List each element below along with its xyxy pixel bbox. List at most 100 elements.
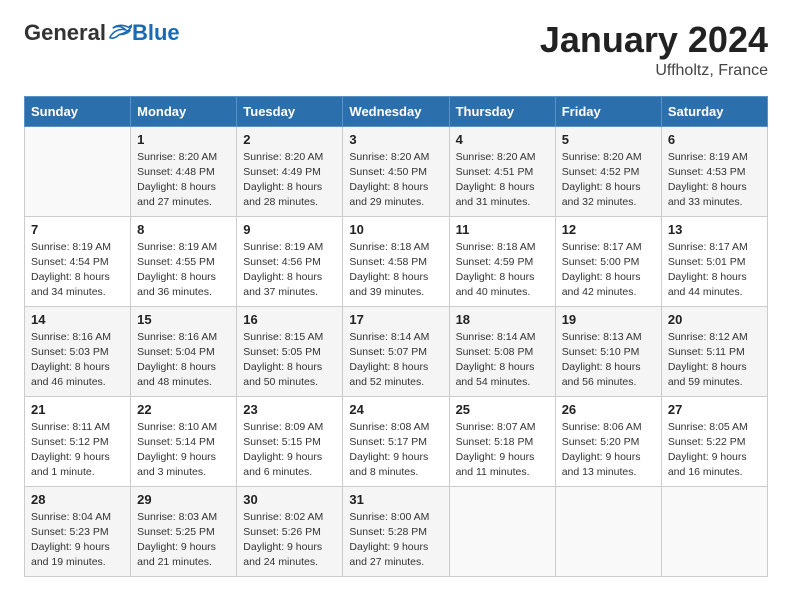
calendar-cell: 14 Sunrise: 8:16 AMSunset: 5:03 PMDayligh… — [25, 306, 131, 396]
day-number: 27 — [668, 402, 761, 417]
day-info: Sunrise: 8:00 AMSunset: 5:28 PMDaylight:… — [349, 510, 442, 571]
day-info: Sunrise: 8:08 AMSunset: 5:17 PMDaylight:… — [349, 420, 442, 481]
day-info: Sunrise: 8:14 AMSunset: 5:07 PMDaylight:… — [349, 330, 442, 391]
calendar-cell: 4Sunrise: 8:20 AMSunset: 4:51 PMDaylight… — [449, 126, 555, 216]
logo: General Blue — [24, 20, 180, 46]
calendar-cell: 8Sunrise: 8:19 AMSunset: 4:55 PMDaylight… — [131, 216, 237, 306]
day-number: 23 — [243, 402, 336, 417]
day-info: Sunrise: 8:18 AMSunset: 4:59 PMDaylight:… — [456, 240, 549, 301]
day-number: 20 — [668, 312, 761, 327]
day-info: Sunrise: 8:12 AMSunset: 5:11 PMDaylight:… — [668, 330, 761, 391]
day-number: 25 — [456, 402, 549, 417]
calendar-cell: 19 Sunrise: 8:13 AMSunset: 5:10 PMDayligh… — [555, 306, 661, 396]
calendar-cell: 21Sunrise: 8:11 AMSunset: 5:12 PMDayligh… — [25, 396, 131, 486]
day-info: Sunrise: 8:05 AMSunset: 5:22 PMDaylight:… — [668, 420, 761, 481]
calendar-cell: 13Sunrise: 8:17 AMSunset: 5:01 PMDayligh… — [661, 216, 767, 306]
calendar-week-row: 7 Sunrise: 8:19 AMSunset: 4:54 PMDaylight… — [25, 216, 768, 306]
logo-bird-icon — [108, 23, 132, 43]
weekday-header-thursday: Thursday — [449, 96, 555, 126]
day-info: Sunrise: 8:18 AMSunset: 4:58 PMDaylight:… — [349, 240, 442, 301]
calendar-cell: 27 Sunrise: 8:05 AMSunset: 5:22 PMDayligh… — [661, 396, 767, 486]
calendar-cell — [661, 486, 767, 576]
day-info: Sunrise: 8:02 AMSunset: 5:26 PMDaylight:… — [243, 510, 336, 571]
day-number: 16 — [243, 312, 336, 327]
calendar-week-row: 28Sunrise: 8:04 AMSunset: 5:23 PMDayligh… — [25, 486, 768, 576]
day-number: 12 — [562, 222, 655, 237]
weekday-header-saturday: Saturday — [661, 96, 767, 126]
page-header: General Blue January 2024 Uffholtz, Fran… — [24, 20, 768, 80]
day-number: 14 — [31, 312, 124, 327]
calendar-cell: 7 Sunrise: 8:19 AMSunset: 4:54 PMDaylight… — [25, 216, 131, 306]
day-number: 5 — [562, 132, 655, 147]
day-number: 18 — [456, 312, 549, 327]
weekday-header-friday: Friday — [555, 96, 661, 126]
calendar-table: SundayMondayTuesdayWednesdayThursdayFrid… — [24, 96, 768, 577]
day-number: 19 — [562, 312, 655, 327]
day-info: Sunrise: 8:20 AMSunset: 4:50 PMDaylight:… — [349, 150, 442, 211]
calendar-cell: 10 Sunrise: 8:18 AMSunset: 4:58 PMDayligh… — [343, 216, 449, 306]
calendar-cell: 26 Sunrise: 8:06 AMSunset: 5:20 PMDayligh… — [555, 396, 661, 486]
logo-general: General — [24, 20, 106, 46]
day-info: Sunrise: 8:03 AMSunset: 5:25 PMDaylight:… — [137, 510, 230, 571]
calendar-cell — [25, 126, 131, 216]
day-number: 3 — [349, 132, 442, 147]
day-number: 24 — [349, 402, 442, 417]
day-number: 13 — [668, 222, 761, 237]
day-info: Sunrise: 8:19 AMSunset: 4:56 PMDaylight:… — [243, 240, 336, 301]
day-number: 7 — [31, 222, 124, 237]
day-info: Sunrise: 8:07 AMSunset: 5:18 PMDaylight:… — [456, 420, 549, 481]
day-info: Sunrise: 8:19 AMSunset: 4:53 PMDaylight:… — [668, 150, 761, 211]
calendar-cell: 9 Sunrise: 8:19 AMSunset: 4:56 PMDaylight… — [237, 216, 343, 306]
day-number: 29 — [137, 492, 230, 507]
calendar-cell: 1Sunrise: 8:20 AMSunset: 4:48 PMDaylight… — [131, 126, 237, 216]
calendar-week-row: 1Sunrise: 8:20 AMSunset: 4:48 PMDaylight… — [25, 126, 768, 216]
weekday-header-sunday: Sunday — [25, 96, 131, 126]
day-number: 22 — [137, 402, 230, 417]
day-number: 17 — [349, 312, 442, 327]
day-number: 1 — [137, 132, 230, 147]
calendar-cell — [555, 486, 661, 576]
day-info: Sunrise: 8:04 AMSunset: 5:23 PMDaylight:… — [31, 510, 124, 571]
calendar-cell: 29 Sunrise: 8:03 AMSunset: 5:25 PMDayligh… — [131, 486, 237, 576]
day-number: 9 — [243, 222, 336, 237]
day-number: 6 — [668, 132, 761, 147]
day-info: Sunrise: 8:20 AMSunset: 4:51 PMDaylight:… — [456, 150, 549, 211]
calendar-body: 1Sunrise: 8:20 AMSunset: 4:48 PMDaylight… — [25, 126, 768, 576]
day-info: Sunrise: 8:19 AMSunset: 4:54 PMDaylight:… — [31, 240, 124, 301]
month-title: January 2024 — [540, 20, 768, 60]
calendar-cell: 20 Sunrise: 8:12 AMSunset: 5:11 PMDayligh… — [661, 306, 767, 396]
calendar-cell: 30 Sunrise: 8:02 AMSunset: 5:26 PMDayligh… — [237, 486, 343, 576]
calendar-cell: 3 Sunrise: 8:20 AMSunset: 4:50 PMDaylight… — [343, 126, 449, 216]
calendar-cell: 18Sunrise: 8:14 AMSunset: 5:08 PMDayligh… — [449, 306, 555, 396]
calendar-cell: 11Sunrise: 8:18 AMSunset: 4:59 PMDayligh… — [449, 216, 555, 306]
logo-text: General Blue — [24, 20, 180, 46]
day-info: Sunrise: 8:11 AMSunset: 5:12 PMDaylight:… — [31, 420, 124, 481]
calendar-cell: 31 Sunrise: 8:00 AMSunset: 5:28 PMDayligh… — [343, 486, 449, 576]
day-info: Sunrise: 8:13 AMSunset: 5:10 PMDaylight:… — [562, 330, 655, 391]
weekday-header-wednesday: Wednesday — [343, 96, 449, 126]
day-info: Sunrise: 8:17 AMSunset: 5:00 PMDaylight:… — [562, 240, 655, 301]
day-info: Sunrise: 8:19 AMSunset: 4:55 PMDaylight:… — [137, 240, 230, 301]
calendar-cell: 15Sunrise: 8:16 AMSunset: 5:04 PMDayligh… — [131, 306, 237, 396]
calendar-cell: 25 Sunrise: 8:07 AMSunset: 5:18 PMDayligh… — [449, 396, 555, 486]
day-info: Sunrise: 8:16 AMSunset: 5:03 PMDaylight:… — [31, 330, 124, 391]
calendar-cell: 24 Sunrise: 8:08 AMSunset: 5:17 PMDayligh… — [343, 396, 449, 486]
calendar-cell: 23Sunrise: 8:09 AMSunset: 5:15 PMDayligh… — [237, 396, 343, 486]
weekday-header-monday: Monday — [131, 96, 237, 126]
calendar-cell: 12 Sunrise: 8:17 AMSunset: 5:00 PMDayligh… — [555, 216, 661, 306]
calendar-week-row: 21Sunrise: 8:11 AMSunset: 5:12 PMDayligh… — [25, 396, 768, 486]
calendar-cell: 6 Sunrise: 8:19 AMSunset: 4:53 PMDaylight… — [661, 126, 767, 216]
day-number: 31 — [349, 492, 442, 507]
calendar-cell: 16Sunrise: 8:15 AMSunset: 5:05 PMDayligh… — [237, 306, 343, 396]
day-number: 10 — [349, 222, 442, 237]
day-info: Sunrise: 8:20 AMSunset: 4:49 PMDaylight:… — [243, 150, 336, 211]
day-info: Sunrise: 8:06 AMSunset: 5:20 PMDaylight:… — [562, 420, 655, 481]
location: Uffholtz, France — [540, 62, 768, 80]
calendar-cell: 17 Sunrise: 8:14 AMSunset: 5:07 PMDayligh… — [343, 306, 449, 396]
day-info: Sunrise: 8:20 AMSunset: 4:52 PMDaylight:… — [562, 150, 655, 211]
day-number: 15 — [137, 312, 230, 327]
day-number: 2 — [243, 132, 336, 147]
calendar-header-row: SundayMondayTuesdayWednesdayThursdayFrid… — [25, 96, 768, 126]
day-number: 30 — [243, 492, 336, 507]
day-number: 26 — [562, 402, 655, 417]
